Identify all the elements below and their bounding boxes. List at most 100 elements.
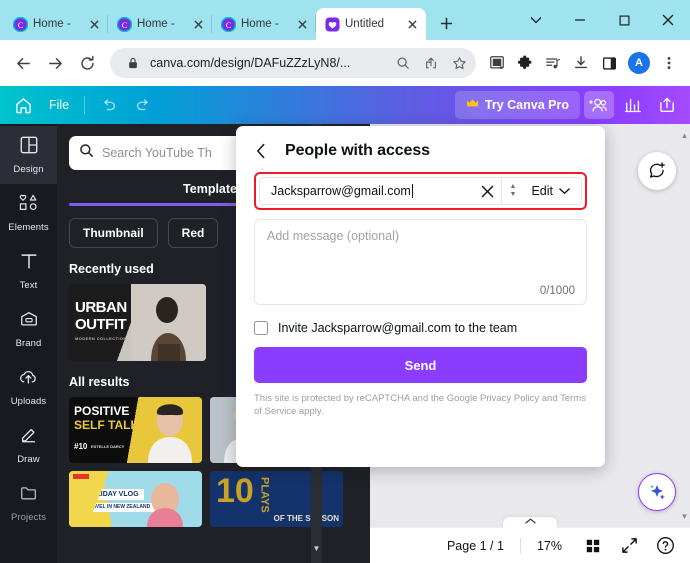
chip-red[interactable]: Red [167,217,219,248]
zoom-level[interactable]: 17% [527,539,572,553]
home-icon[interactable] [8,92,39,118]
template-thumbnail[interactable]: 10 PLAYS OF THE SEASON [210,470,343,527]
caret-down-icon[interactable]: ▼ [509,191,516,198]
help-circle-icon[interactable] [650,531,680,561]
invite-label: Invite Jacksparrow@gmail.com to the team [278,321,518,335]
sidebar-item-brand[interactable]: Brand [0,300,57,358]
sidebar-item-uploads[interactable]: Uploads [0,358,57,416]
close-window-icon[interactable] [646,3,690,37]
three-dot-menu-icon[interactable] [656,48,682,78]
privacy-policy-link[interactable]: Privacy Policy [480,393,539,404]
sidebar-label: Elements [8,222,49,233]
thumb-line-1: POSITIVE [74,403,130,418]
bar-chart-icon[interactable] [618,91,648,119]
thumb-line-1: URBAN [75,298,127,316]
thumb-line-3: MODERN COLLECTION [75,335,127,341]
sidebar-item-text[interactable]: Text [0,242,57,300]
side-panel-icon[interactable] [596,48,622,78]
canva-heart-icon [325,16,340,32]
media-list-icon[interactable] [540,48,566,78]
profile-avatar[interactable]: A [628,52,650,74]
sidebar-label: Uploads [10,396,47,407]
back-arrow-icon[interactable] [8,48,38,78]
email-input-value: Jacksparrow@gmail.com [271,184,411,198]
statusbar-collapse-handle[interactable] [503,517,557,531]
invite-to-team-row[interactable]: Invite Jacksparrow@gmail.com to the team [254,321,587,335]
text-caret [411,184,413,198]
permission-dropdown[interactable]: Edit [523,184,581,198]
page-indicator[interactable]: Page 1 / 1 [437,539,514,553]
template-thumbnail[interactable]: HOLIDAY VLOG TRAVEL IN NEW ZEALAND [69,470,202,527]
browser-toolbar: canva.com/design/DAFuZZzLyN8/... A [0,40,690,86]
magic-sparkle-button[interactable] [638,473,676,511]
new-tab-button[interactable] [432,9,460,37]
sidebar-item-elements[interactable]: Elements [0,184,57,242]
clear-x-icon[interactable] [473,185,501,198]
canva-statusbar: Page 1 / 1 17% [370,517,690,563]
share-people-icon[interactable] [584,91,614,119]
caret-up-icon[interactable]: ▲ [509,183,516,190]
reading-list-icon[interactable] [484,48,510,78]
chip-thumbnail[interactable]: Thumbnail [69,217,158,248]
sidebar-item-draw[interactable]: Draw [0,416,57,474]
browser-tab-title: Home - [137,18,175,30]
dialog-title: People with access [285,142,430,159]
thumb-line-3: #10 [74,441,88,451]
sidebar-label: Design [13,164,44,175]
close-icon[interactable] [87,17,102,32]
address-bar[interactable]: canva.com/design/DAFuZZzLyN8/... [110,48,476,78]
sidebar-label: Draw [17,454,40,465]
recaptcha-legal-text: This site is protected by reCAPTCHA and … [254,392,587,418]
bookmark-star-icon[interactable] [448,52,470,74]
app-root: C Home - C Home - C Home - Untitled canv… [0,0,690,563]
reload-icon[interactable] [72,48,102,78]
zoom-icon[interactable] [392,52,414,74]
try-canva-pro-button[interactable]: Try Canva Pro [454,91,580,119]
forward-arrow-icon[interactable] [40,48,70,78]
file-menu-button[interactable]: File [43,92,75,118]
legal-prefix: This site is protected by reCAPTCHA and … [254,393,480,404]
sidebar-item-projects[interactable]: Projects [0,474,57,532]
scroll-up-icon[interactable]: ▲ [679,128,690,142]
message-textarea[interactable]: Add message (optional) 0/1000 [254,219,587,305]
browser-tab-active[interactable]: Untitled [316,8,426,40]
legal-suffix: apply. [296,406,324,417]
projects-folder-icon [19,483,39,508]
browser-tab[interactable]: C Home - [4,8,108,40]
chevron-down-icon [559,184,570,198]
template-thumbnail[interactable]: POSITIVE SELF TALK #10 ESTELLE DARCY [69,396,202,463]
search-placeholder: Search YouTube Th [102,146,212,160]
invite-checkbox[interactable] [254,321,268,335]
chevron-left-icon[interactable] [256,142,272,160]
scroll-down-icon[interactable]: ▼ [311,541,322,555]
thumb-line-2: PLAYS [258,476,271,513]
tab-search-icon[interactable] [514,3,558,37]
brand-icon [19,309,39,334]
scroll-down-icon[interactable]: ▼ [679,509,690,523]
undo-icon[interactable] [94,92,124,118]
browser-tab[interactable]: C Home - [108,8,212,40]
permission-stepper[interactable]: ▲ ▼ [501,178,523,204]
browser-tab[interactable]: C Home - [212,8,316,40]
extensions-puzzle-icon[interactable] [512,48,538,78]
canvas-scrollbar[interactable]: ▲ ▼ [679,124,690,527]
template-thumbnail[interactable]: URBAN OUTFIT MODERN COLLECTION [69,283,206,361]
close-icon[interactable] [295,17,310,32]
minimize-icon[interactable] [558,3,602,37]
expand-icon[interactable] [614,531,644,561]
upload-icon[interactable] [652,91,682,119]
add-comment-button[interactable] [638,152,676,190]
sidebar-item-design[interactable]: Design [0,126,57,184]
redo-icon[interactable] [128,92,158,118]
grid-view-icon[interactable] [578,531,608,561]
email-input-wrapper[interactable]: Jacksparrow@gmail.com ▲ ▼ Edit [259,177,582,205]
email-input[interactable]: Jacksparrow@gmail.com [260,184,473,198]
maximize-icon[interactable] [602,3,646,37]
send-button[interactable]: Send [254,347,587,383]
download-icon[interactable] [568,48,594,78]
close-icon[interactable] [191,17,206,32]
share-icon[interactable] [420,52,442,74]
close-icon[interactable] [405,17,420,32]
canva-icon: C [116,16,133,32]
people-with-access-dialog: People with access Jacksparrow@gmail.com… [236,126,605,467]
